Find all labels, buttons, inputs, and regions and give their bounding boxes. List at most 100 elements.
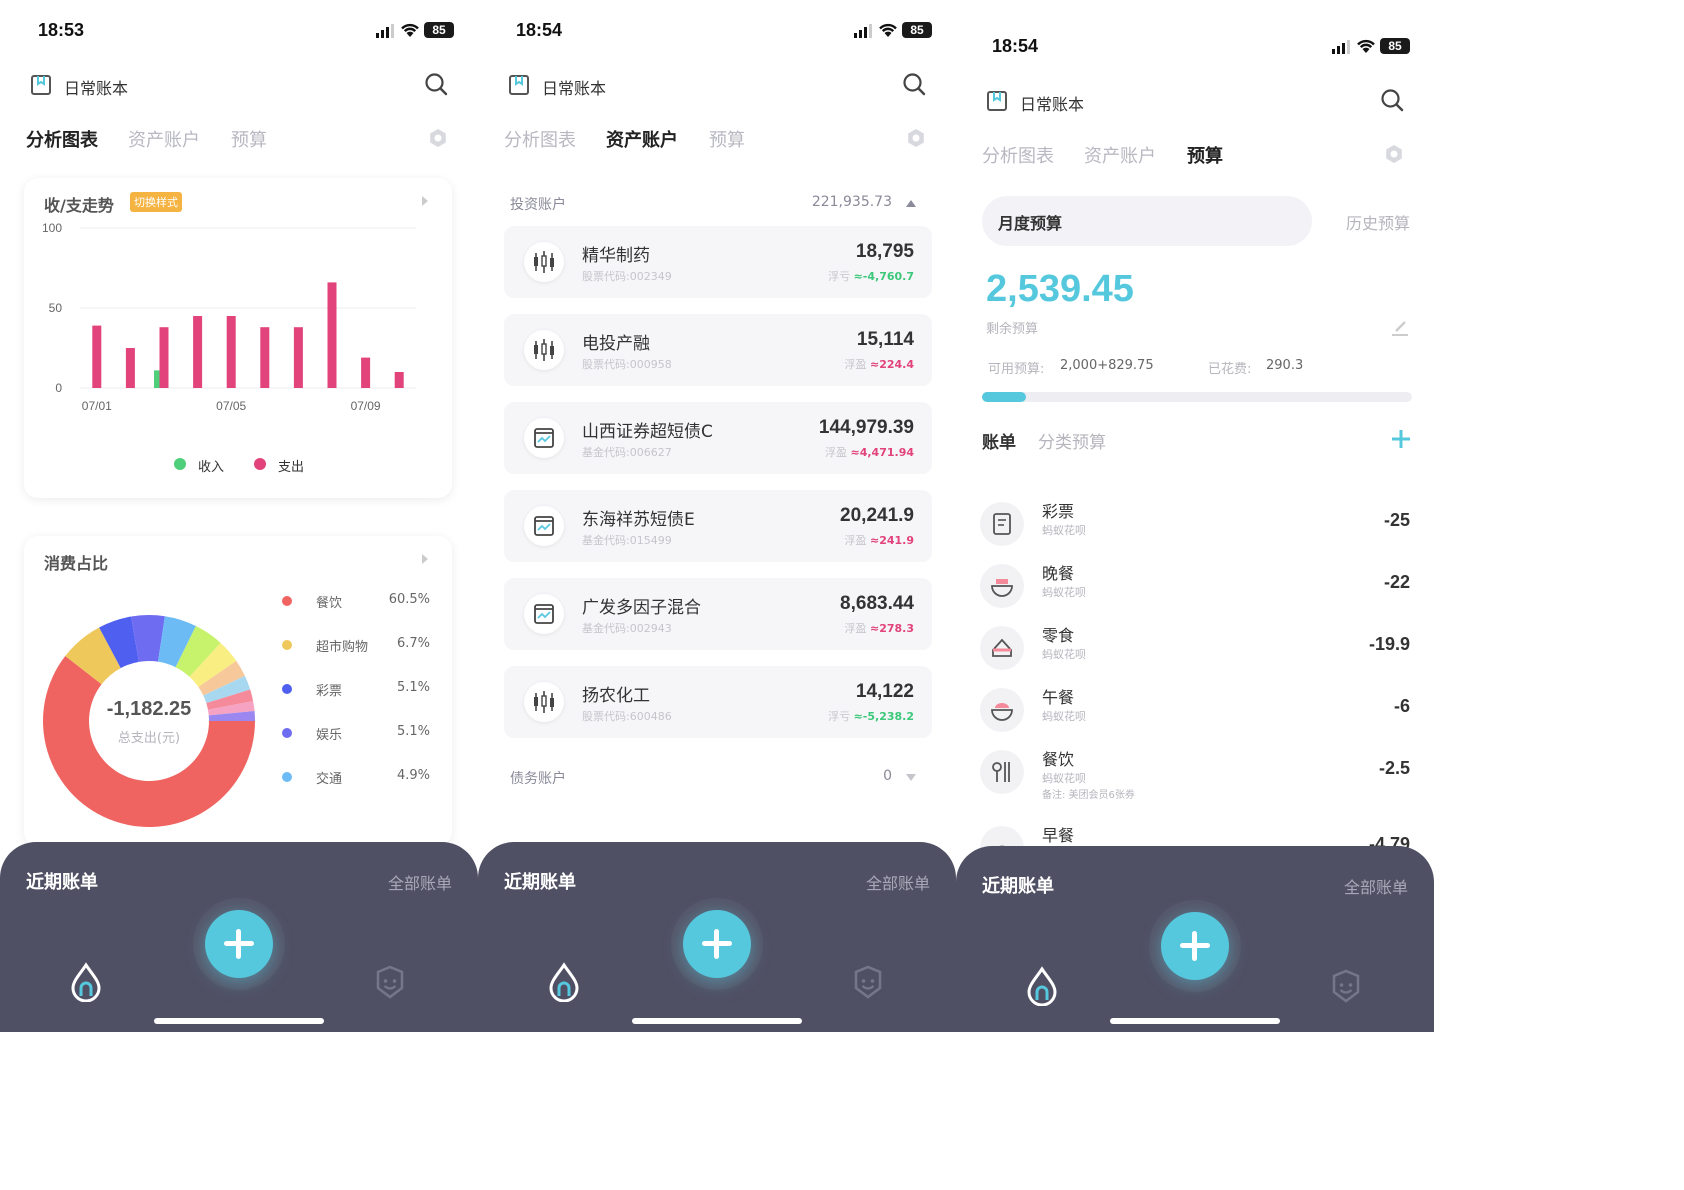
income-legend-dot: [174, 458, 186, 470]
fund-chart-icon: [524, 594, 564, 634]
switch-style-button[interactable]: 切换样式: [130, 192, 182, 212]
tab-assets[interactable]: 资产账户: [128, 126, 200, 152]
trend-title: 收/支走势: [44, 196, 114, 215]
tab-budget[interactable]: 预算: [709, 126, 745, 152]
recent-bills-title: 近期账单: [982, 876, 1054, 897]
add-bill-button[interactable]: [1161, 912, 1229, 980]
all-bills-link[interactable]: 全部账单: [866, 870, 930, 894]
header: 日常账本: [478, 66, 956, 106]
account-card[interactable]: 电投产融 股票代码:000958 15,114 浮盈 ≈224.4: [504, 314, 932, 386]
book-title[interactable]: 日常账本: [64, 75, 128, 99]
account-card[interactable]: 东海祥苏短债E 基金代码:015499 20,241.9 浮盈 ≈241.9: [504, 490, 932, 562]
tab-bar: 分析图表 资产账户 预算: [0, 120, 478, 160]
face-icon[interactable]: [372, 964, 408, 1000]
recent-bills-title: 近期账单: [26, 872, 98, 893]
all-bills-link[interactable]: 全部账单: [1344, 874, 1408, 898]
bill-row[interactable]: 彩票 蚂蚁花呗 -25: [980, 494, 1410, 556]
search-icon[interactable]: [902, 72, 926, 96]
bill-category: 餐饮: [1042, 750, 1075, 769]
account-pl: 浮盈 ≈241.9: [844, 532, 914, 548]
drop-icon[interactable]: [546, 962, 582, 1002]
tab-bar: 分析图表 资产账户 预算: [478, 120, 956, 160]
expense-bar: [193, 316, 203, 388]
bill-amount: -2.5: [1378, 758, 1410, 778]
account-code: 股票代码:600486: [582, 710, 672, 723]
lottery-icon: [980, 502, 1024, 546]
book-title[interactable]: 日常账本: [542, 75, 606, 99]
bill-list: 彩票 蚂蚁花呗 -25 晚餐 蚂蚁花呗 -22 零食 蚂蚁花呗 -19.9 午餐 蚂蚁花呗 -6 餐饮蚂…: [956, 0, 1434, 850]
status-bar: 18:53 85: [0, 16, 478, 66]
bill-row[interactable]: 晚餐 蚂蚁花呗 -22: [980, 556, 1410, 618]
pl-label: 浮盈: [844, 534, 867, 547]
pl-value: ≈-4,760.7: [853, 270, 914, 283]
signal-icon: [854, 24, 872, 38]
tab-assets[interactable]: 资产账户: [606, 126, 678, 152]
x-tick-label: 07/01: [82, 399, 112, 413]
book-icon[interactable]: [508, 74, 530, 96]
status-bar: 18:54 85: [478, 16, 956, 66]
all-bills-link[interactable]: 全部账单: [388, 870, 452, 894]
collapse-icon[interactable]: [906, 200, 916, 207]
snack-cake-icon: [980, 626, 1024, 670]
x-tick-label: 07/09: [351, 399, 381, 413]
trend-card[interactable]: 收/支走势 切换样式 0 50 100 07/01 07/05 07/09 收入 支出: [24, 178, 452, 498]
legend-dot: [282, 728, 292, 738]
tab-analysis[interactable]: 分析图表: [26, 126, 98, 152]
account-card[interactable]: 精华制药 股票代码:002349 18,795 浮亏 ≈-4,760.7: [504, 226, 932, 298]
bill-account: 蚂蚁花呗: [1042, 586, 1086, 599]
expense-legend-dot: [254, 458, 266, 470]
legend-category: 交通: [316, 772, 343, 787]
home-indicator: [632, 1018, 802, 1024]
ratio-card[interactable]: 消费占比 -1,182.25 总支出(元) 餐饮 60.5% 超市购物 6.7% 彩票 5…: [24, 536, 452, 846]
legend-percent: 60.5%: [388, 592, 430, 607]
add-bill-button[interactable]: [683, 910, 751, 978]
candlestick-icon: [524, 242, 564, 282]
expand-icon[interactable]: [906, 774, 916, 781]
account-value: 18,795: [855, 241, 914, 262]
account-pl: 浮亏 ≈-4,760.7: [828, 268, 914, 284]
wifi-icon: [401, 23, 419, 37]
bill-category: 早餐: [1042, 826, 1075, 845]
settings-icon[interactable]: [428, 128, 448, 148]
bill-amount: -22: [1383, 572, 1410, 592]
total-expense-label: 总支出(元): [117, 731, 181, 746]
legend-category: 超市购物: [316, 640, 369, 655]
candlestick-icon: [524, 682, 564, 722]
assets-screen: 18:54 85 日常账本 分析图表 资产账户 预算 投资账户 221,935.…: [478, 0, 956, 1032]
book-icon[interactable]: [30, 74, 52, 96]
pl-label: 浮盈: [844, 622, 867, 635]
legend-percent: 5.1%: [396, 680, 430, 695]
chevron-right-icon[interactable]: [422, 554, 428, 564]
recent-bills-title: 近期账单: [504, 872, 576, 893]
chevron-right-icon[interactable]: [422, 196, 428, 206]
tab-analysis[interactable]: 分析图表: [504, 126, 576, 152]
pl-label: 浮亏: [828, 270, 851, 283]
settings-icon[interactable]: [906, 128, 926, 148]
account-card[interactable]: 广发多因子混合 基金代码:002943 8,683.44 浮盈 ≈278.3: [504, 578, 932, 650]
account-card[interactable]: 扬农化工 股票代码:600486 14,122 浮亏 ≈-5,238.2: [504, 666, 932, 738]
tab-budget[interactable]: 预算: [231, 126, 267, 152]
lunch-bowl-icon: [980, 688, 1024, 732]
bill-category: 彩票: [1042, 502, 1075, 521]
face-icon[interactable]: [1328, 968, 1364, 1004]
drop-icon[interactable]: [68, 962, 104, 1002]
search-icon[interactable]: [424, 72, 448, 96]
x-tick-label: 07/05: [216, 399, 246, 413]
bill-amount: -6: [1393, 696, 1410, 716]
expense-bar: [226, 316, 236, 388]
bill-row[interactable]: 零食 蚂蚁花呗 -19.9: [980, 618, 1410, 680]
account-card[interactable]: 山西证券超短债C 基金代码:006627 144,979.39 浮盈 ≈4,471.9…: [504, 402, 932, 474]
y-tick-label: 100: [42, 221, 62, 235]
drop-icon[interactable]: [1024, 966, 1060, 1006]
face-icon[interactable]: [850, 964, 886, 1000]
bill-amount: -25: [1383, 510, 1410, 530]
bill-row[interactable]: 餐饮 蚂蚁花呗 备注: 美团会员6张券 -2.5: [980, 742, 1410, 804]
bill-row[interactable]: 午餐 蚂蚁花呗 -6: [980, 680, 1410, 742]
legend-category: 餐饮: [316, 596, 343, 611]
add-bill-button[interactable]: [205, 910, 273, 978]
battery-icon: 85: [902, 22, 932, 38]
bottom-sheet: 近期账单 全部账单: [478, 842, 956, 1032]
expense-bar: [293, 327, 303, 388]
dinner-bowl-icon: [980, 564, 1024, 608]
expense-bar: [327, 282, 337, 388]
